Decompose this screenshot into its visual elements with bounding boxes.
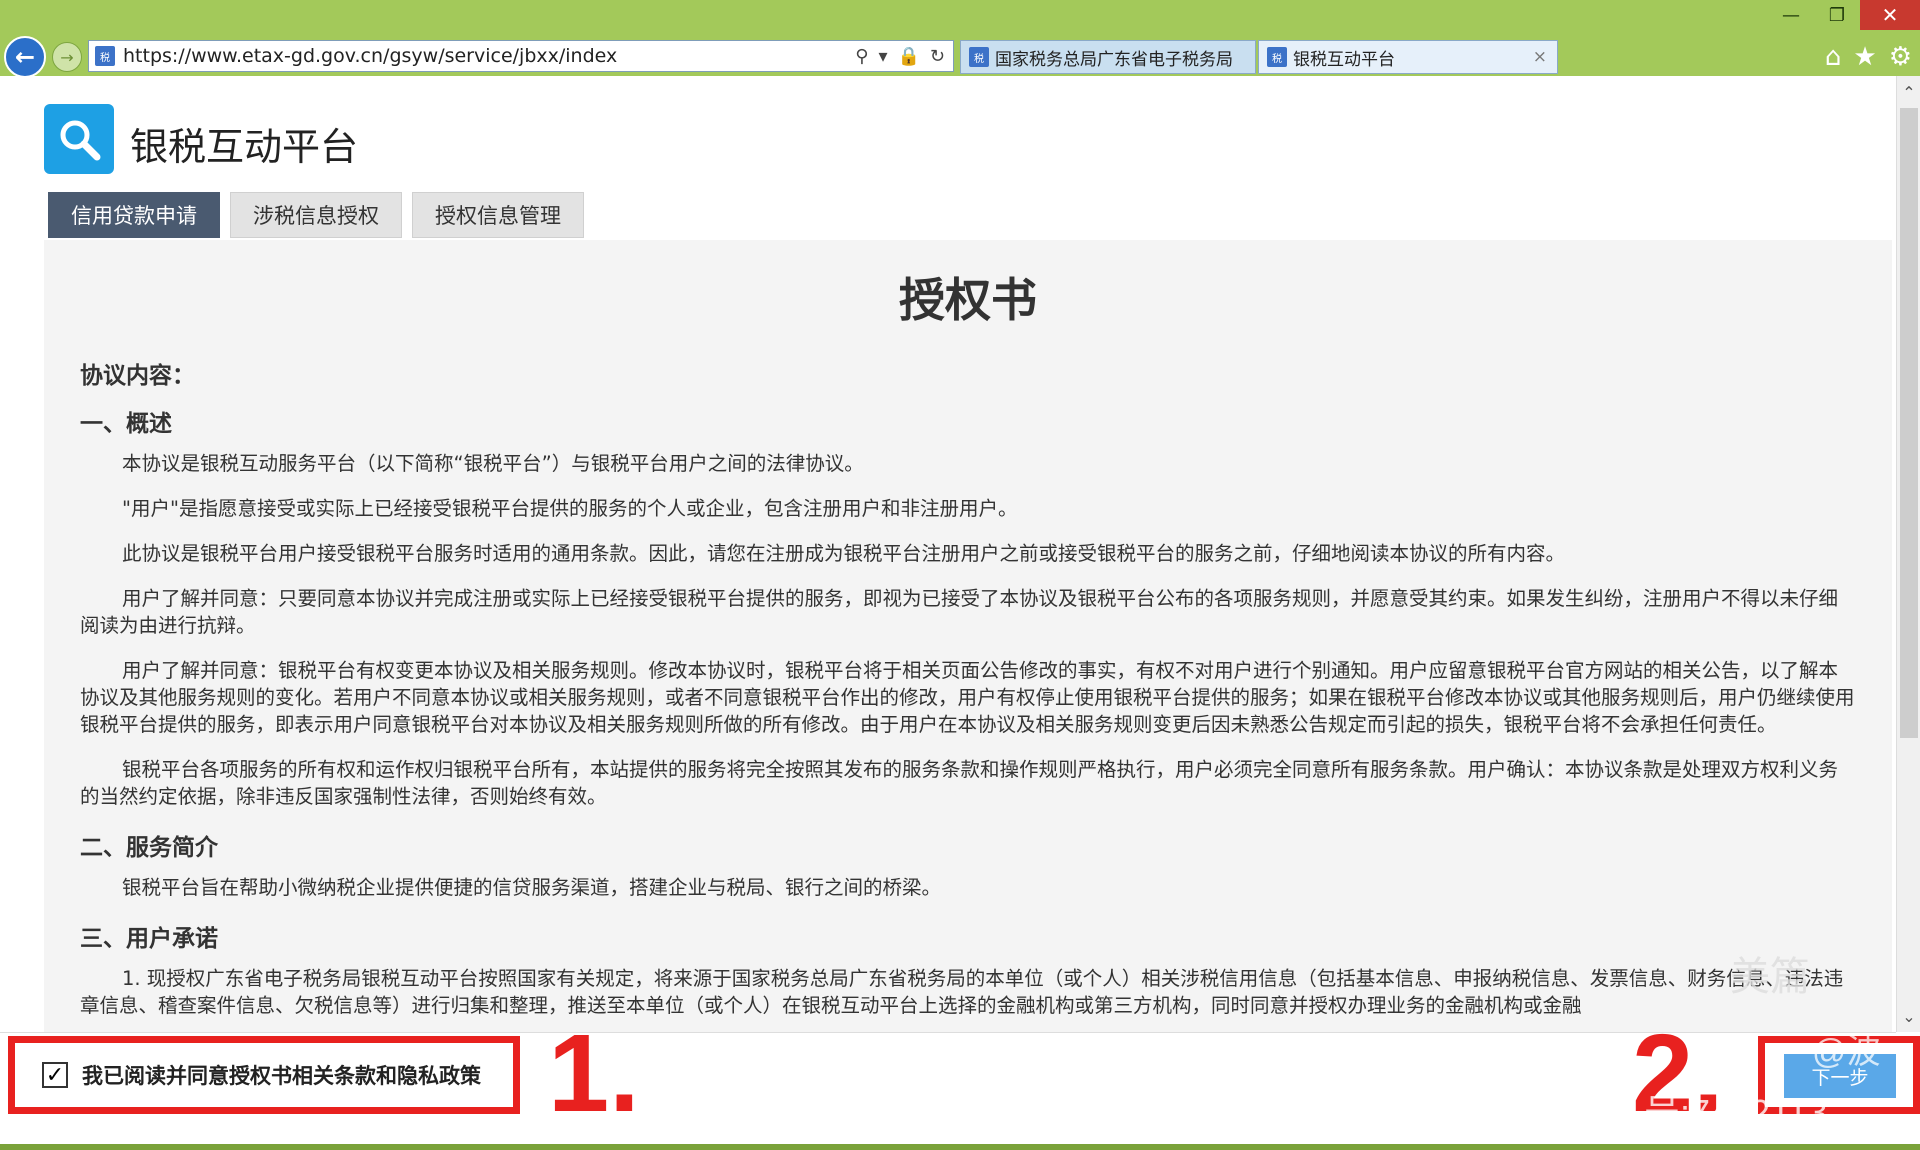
browser-tab-yinshui[interactable]: 税 银税互动平台 × (1258, 40, 1558, 74)
section-2-title: 二、服务简介 (80, 835, 218, 861)
page-scrollbar[interactable]: ⌃ ⌄ (1896, 76, 1920, 1032)
restore-button[interactable]: ❐ (1814, 0, 1860, 30)
gear-icon[interactable]: ⚙ (1889, 42, 1912, 72)
back-arrow-icon[interactable]: ← (4, 36, 46, 78)
section-1-para: 用户了解并同意：银税平台有权变更本协议及相关服务规则。修改本协议时，银税平台将于… (80, 659, 1855, 736)
browser-chrome: — ❐ ✕ ← → 税 https://www.etax-gd.gov.cn/g… (0, 0, 1920, 78)
window-controls: — ❐ ✕ (1768, 0, 1920, 32)
dropdown-icon[interactable]: ▾ (878, 46, 887, 67)
section-3-para: 1. 现授权广东省电子税务局银税互动平台按照国家有关规定，将来源于国家税务总局广… (80, 967, 1844, 1017)
document-title: 授权书 (899, 273, 1037, 327)
watermark-meipian: 美篇 (1730, 955, 1810, 999)
search-icon[interactable]: ⚲ (855, 46, 868, 67)
section-1-para: 用户了解并同意：只要同意本协议并完成注册或实际上已经接受银税平台提供的服务，即视… (80, 587, 1839, 637)
annotation-box-1 (8, 1036, 520, 1114)
section-1-para: 本协议是银税互动服务平台（以下简称“银税平台”）与银税平台用户之间的法律协议。 (122, 452, 864, 475)
section-1-para: "用户"是指愿意接受或实际上已经接受银税平台提供的服务的个人或企业，包含注册用户… (122, 497, 1018, 520)
browser-tab-etax[interactable]: 税 国家税务总局广东省电子税务局 (960, 40, 1256, 74)
close-window-button[interactable]: ✕ (1860, 0, 1920, 30)
scroll-down-icon[interactable]: ⌄ (1897, 1004, 1920, 1028)
forward-arrow-icon[interactable]: → (52, 42, 82, 72)
minimize-button[interactable]: — (1768, 0, 1814, 30)
section-3-title: 三、用户承诺 (80, 926, 218, 952)
watermark-id: 号:7412113 (1644, 1092, 1828, 1133)
page: 银税互动平台 信用贷款申请 涉税信息授权 授权信息管理 授权书 协议内容： 一、… (0, 76, 1896, 1032)
taskbar-strip (0, 1144, 1920, 1150)
scroll-thumb[interactable] (1900, 108, 1918, 738)
nav-tabs: 信用贷款申请 涉税信息授权 授权信息管理 (48, 192, 584, 238)
section-1-para: 银税平台各项服务的所有权和运作权归银税平台所有，本站提供的服务将完全按照其发布的… (80, 758, 1839, 808)
agreement-content[interactable]: 授权书 协议内容： 一、概述 本协议是银税互动服务平台（以下简称“银税平台”）与… (44, 240, 1892, 1032)
address-bar[interactable]: 税 https://www.etax-gd.gov.cn/gsyw/servic… (88, 40, 954, 72)
home-icon[interactable]: ⌂ (1825, 42, 1842, 72)
star-icon[interactable]: ★ (1853, 42, 1876, 72)
tab-label: 国家税务总局广东省电子税务局 (995, 49, 1233, 70)
intro-label: 协议内容： (80, 363, 195, 389)
refresh-icon[interactable]: ↻ (930, 46, 945, 67)
url-text[interactable]: https://www.etax-gd.gov.cn/gsyw/service/… (123, 45, 855, 67)
close-tab-icon[interactable]: × (1533, 47, 1547, 67)
tab-label: 银税互动平台 (1293, 49, 1395, 70)
scroll-up-icon[interactable]: ⌃ (1897, 80, 1920, 104)
section-1-para: 此协议是银税平台用户接受银税平台服务时适用的通用条款。因此，请您在注册成为银税平… (122, 542, 1566, 565)
tab-credit-loan[interactable]: 信用贷款申请 (48, 192, 220, 238)
lock-icon[interactable]: 🔒 (897, 46, 919, 67)
watermark-author: @波 (1812, 1033, 1881, 1071)
tab-tax-info-auth[interactable]: 涉税信息授权 (230, 192, 402, 238)
search-logo-icon (44, 104, 114, 174)
tab-favicon-icon: 税 (969, 47, 989, 67)
section-2-para: 银税平台旨在帮助小微纳税企业提供便捷的信贷服务渠道，搭建企业与税局、银行之间的桥… (122, 876, 942, 899)
section-1-title: 一、概述 (80, 411, 172, 437)
tab-favicon-icon: 税 (1267, 47, 1287, 67)
annotation-number-1: 1. (548, 1012, 640, 1135)
site-title: 银税互动平台 (130, 125, 359, 169)
browser-toolbar-right: ⌂ ★ ⚙ (1825, 42, 1912, 72)
address-icons: ⚲ ▾ 🔒 ↻ (855, 46, 953, 67)
site-favicon-icon: 税 (95, 46, 115, 66)
tab-auth-info-mgmt[interactable]: 授权信息管理 (412, 192, 584, 238)
